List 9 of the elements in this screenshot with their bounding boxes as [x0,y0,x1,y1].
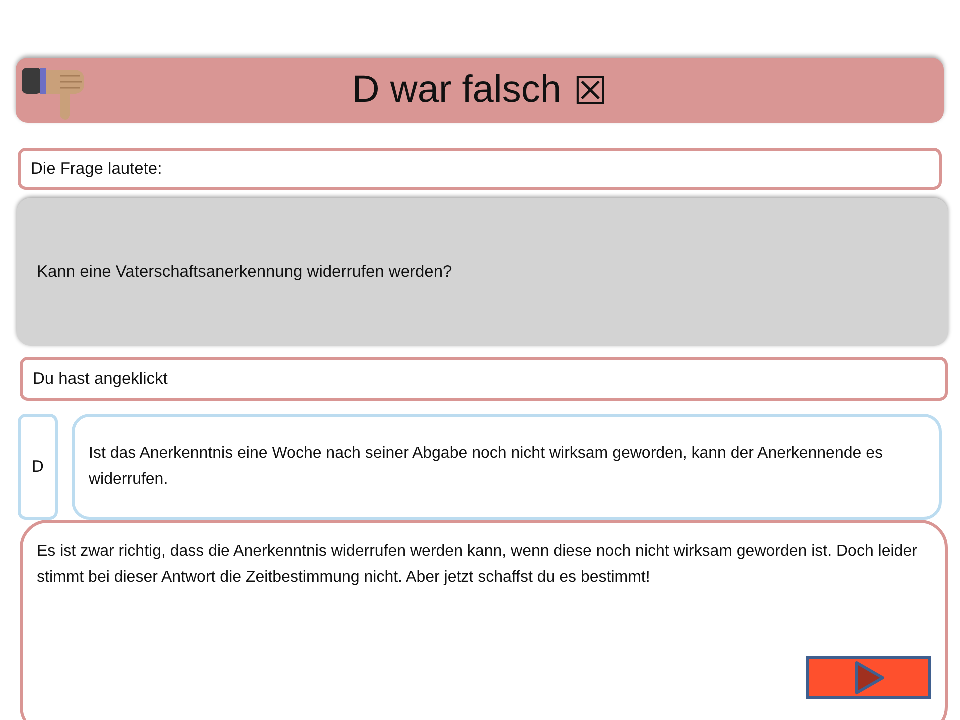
answer-text: Ist das Anerkenntnis eine Woche nach seiner Abgabe noch nicht wirksam geworden, kann der Anerkennende es widerrufen. [72,414,942,520]
next-button[interactable] [806,656,931,699]
clicked-label: Du hast angeklickt [20,357,948,401]
result-title: D war falsch [352,69,562,112]
answer-letter: D [18,414,58,520]
feedback-text: Es ist zwar richtig, dass die Anerkenntnis widerrufen werden kann, wenn diese noch nicht wirksam geworden ist. Doch leider stimmt bei dieser Antwort die Zeitbestimmung nicht. Aber jetzt schaffst du es bestimmt! [37,543,918,586]
question-text: Kann eine Vaterschaftsanerkennung widerrufen werden? [17,198,948,346]
question-label: Die Frage lautete: [18,148,942,190]
x-box-icon: ☒ [573,68,608,112]
